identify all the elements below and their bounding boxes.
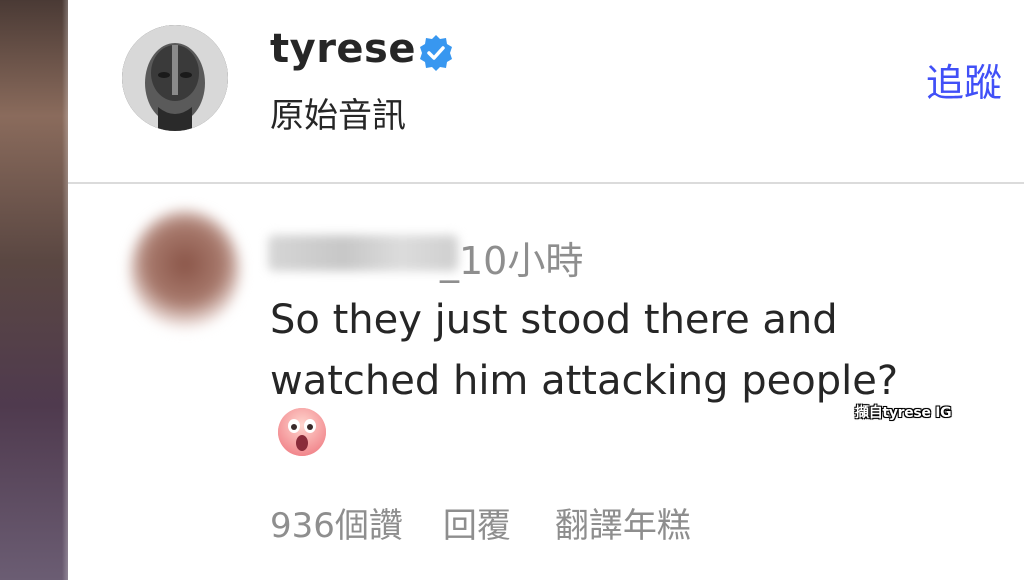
comment-actions: 936個讚 回覆 翻譯年糕 <box>270 498 691 547</box>
original-audio-link[interactable]: 原始音訊 <box>270 88 406 137</box>
profile-avatar[interactable] <box>122 25 228 131</box>
commenter-username-blurred[interactable] <box>268 235 458 271</box>
avatar-image <box>122 25 228 131</box>
follow-button[interactable]: 追蹤 <box>926 52 1002 107</box>
reply-button[interactable]: 回覆 <box>443 498 511 547</box>
comment-text: So they just stood there and watched him… <box>270 290 970 412</box>
commenter-avatar[interactable] <box>130 210 240 330</box>
translate-button[interactable]: 翻譯年糕 <box>555 498 691 547</box>
header-divider <box>68 182 1024 184</box>
post-username[interactable]: tyrese <box>270 26 416 72</box>
comment-timestamp: _10小時 <box>440 239 584 283</box>
comment-text-line: So they just stood there and <box>270 297 838 343</box>
likes-count-link[interactable]: 936個讚 <box>270 498 403 547</box>
image-credit-caption: 擷自tyrese IG <box>855 405 952 421</box>
verified-badge-icon <box>420 35 452 71</box>
astonished-face-icon <box>278 408 326 456</box>
background-video-strip <box>0 0 68 580</box>
